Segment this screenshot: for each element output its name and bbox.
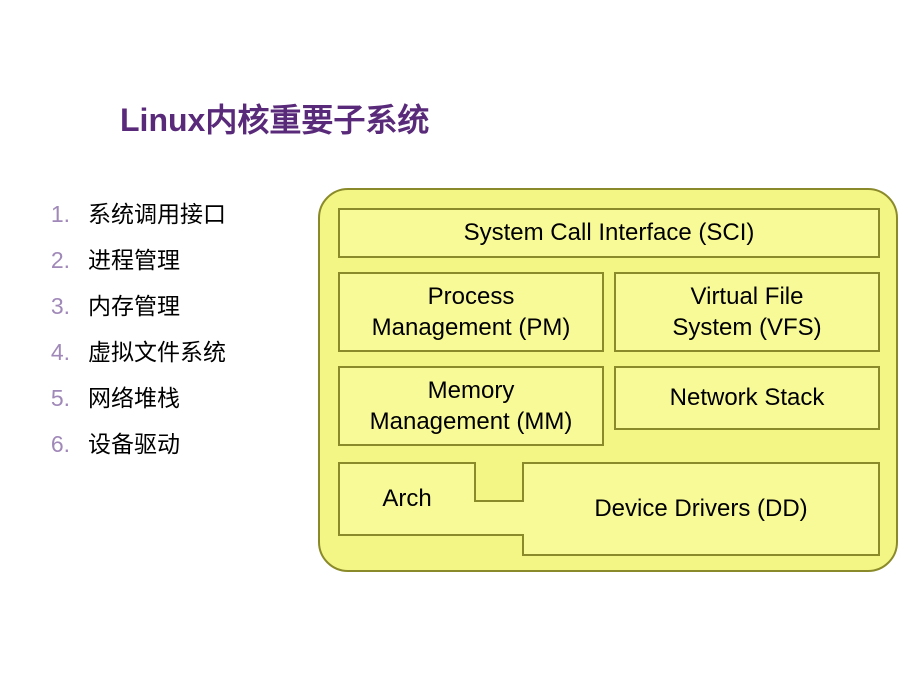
list-text: 系统调用接口	[88, 195, 226, 229]
box-sci: System Call Interface (SCI)	[338, 208, 880, 258]
box-vfs: Virtual File System (VFS)	[614, 272, 880, 352]
box-arch-label: Arch	[382, 483, 431, 514]
list-text: 网络堆栈	[88, 379, 180, 413]
list-text: 内存管理	[88, 287, 180, 321]
box-vfs-line1: Virtual File	[672, 281, 821, 312]
box-dd-label: Device Drivers (DD)	[594, 493, 807, 524]
list-text: 进程管理	[88, 241, 180, 275]
list-number: 5.	[40, 385, 88, 412]
box-ns: Network Stack	[614, 366, 880, 430]
list-item: 1. 系统调用接口	[40, 195, 310, 229]
box-sci-label: System Call Interface (SCI)	[464, 217, 755, 248]
list-item: 6. 设备驱动	[40, 425, 310, 459]
box-mm-line2: Management (MM)	[370, 406, 573, 437]
box-dd: Device Drivers (DD)	[522, 462, 880, 556]
box-pm-line1: Process	[372, 281, 571, 312]
list-text: 虚拟文件系统	[88, 333, 226, 367]
kernel-diagram: System Call Interface (SCI) Process Mana…	[318, 188, 898, 572]
arch-dd-connector	[474, 500, 524, 536]
list-item: 2. 进程管理	[40, 241, 310, 275]
list-item: 5. 网络堆栈	[40, 379, 310, 413]
subsystem-list: 1. 系统调用接口 2. 进程管理 3. 内存管理 4. 虚拟文件系统 5. 网…	[30, 195, 310, 471]
list-number: 1.	[40, 201, 88, 228]
list-item: 4. 虚拟文件系统	[40, 333, 310, 367]
list-number: 3.	[40, 293, 88, 320]
list-item: 3. 内存管理	[40, 287, 310, 321]
list-text: 设备驱动	[88, 425, 180, 459]
box-ns-label: Network Stack	[670, 382, 825, 413]
box-mm-line1: Memory	[370, 375, 573, 406]
box-mm: Memory Management (MM)	[338, 366, 604, 446]
box-pm-line2: Management (PM)	[372, 312, 571, 343]
arch-dd-fill-left	[472, 502, 478, 534]
arch-dd-fill-right	[520, 502, 526, 534]
list-number: 6.	[40, 431, 88, 458]
slide-title: Linux内核重要子系统	[120, 95, 429, 141]
list-number: 4.	[40, 339, 88, 366]
box-vfs-line2: System (VFS)	[672, 312, 821, 343]
list-number: 2.	[40, 247, 88, 274]
box-arch: Arch	[338, 462, 476, 536]
slide-container: Linux内核重要子系统 1. 系统调用接口 2. 进程管理 3. 内存管理 4…	[0, 0, 920, 690]
box-pm: Process Management (PM)	[338, 272, 604, 352]
